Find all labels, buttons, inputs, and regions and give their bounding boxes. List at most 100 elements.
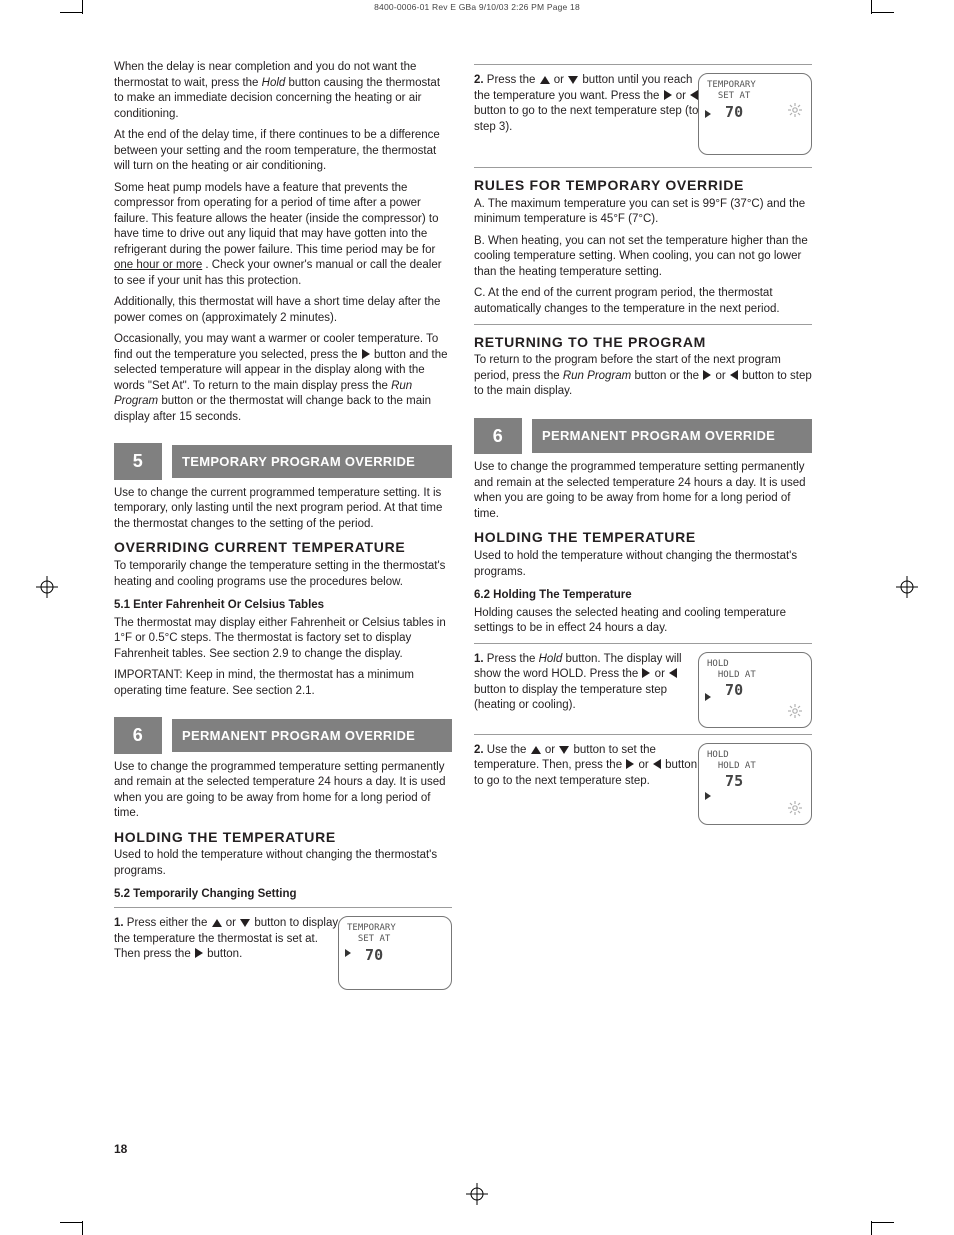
lcd-display: HOLD HOLD AT 70 (698, 652, 812, 728)
section-header: 5 TEMPORARY PROGRAM OVERRIDE (114, 443, 452, 479)
heading: HOLDING THE TEMPERATURE (474, 528, 812, 547)
registration-mark-icon (36, 576, 58, 598)
section-title: TEMPORARY PROGRAM OVERRIDE (172, 445, 452, 479)
paragraph: The thermostat may display either Fahren… (114, 616, 452, 663)
subheading: 6.2 Holding The Temperature (474, 588, 812, 604)
lcd-cursor-icon (705, 792, 711, 800)
crop-mark (871, 1221, 872, 1235)
horizontal-rule (474, 64, 812, 65)
horizontal-rule (114, 907, 452, 908)
arrow-right-icon (626, 759, 634, 769)
step-number: 1. (114, 917, 124, 929)
arrow-down-icon (559, 746, 569, 754)
paragraph: Use to change the programmed temperature… (114, 760, 452, 822)
text: or (676, 90, 689, 102)
arrow-up-icon (531, 746, 541, 754)
lcd-display: TEMPORARY SET AT 70 (338, 916, 452, 990)
crop-mark (82, 1221, 83, 1235)
paragraph: At the end of the delay time, if there c… (114, 128, 452, 175)
horizontal-rule (474, 167, 812, 168)
lcd-line: TEMPORARY (707, 80, 803, 91)
sun-icon (787, 102, 803, 118)
page-number: 18 (114, 1141, 127, 1157)
text: Use the (487, 744, 530, 756)
section-title: PERMANENT PROGRAM OVERRIDE (172, 719, 452, 753)
lcd-line: HOLD (707, 659, 803, 670)
lcd-line: 70 (347, 946, 443, 965)
heading: RETURNING TO THE PROGRAM (474, 333, 812, 352)
arrow-right-icon (664, 90, 672, 100)
arrow-left-icon (730, 370, 738, 380)
text-emphasis: Hold (262, 77, 286, 89)
lcd-cursor-icon (345, 949, 351, 957)
text: button or the (634, 370, 702, 382)
text: or (554, 74, 567, 86)
paragraph: When the delay is near completion and yo… (114, 60, 452, 122)
sun-icon (787, 800, 803, 816)
column-right: 2. Press the or button until you reach t… (474, 60, 812, 829)
paragraph: Additionally, this thermostat will have … (114, 295, 452, 326)
text: button to display the temperature step (… (474, 684, 667, 712)
text: Some heat pump models have a feature tha… (114, 182, 439, 256)
text: Press either the (127, 917, 211, 929)
paragraph: Used to hold the temperature without cha… (114, 848, 452, 879)
lcd-line: SET AT (347, 934, 443, 945)
horizontal-rule (474, 734, 812, 735)
arrow-left-icon (653, 759, 661, 769)
paragraph: Some heat pump models have a feature tha… (114, 181, 452, 290)
paragraph: To temporarily change the temperature se… (114, 559, 452, 590)
lcd-line: HOLD AT (707, 670, 803, 681)
paragraph: IMPORTANT: Keep in mind, the thermostat … (114, 668, 452, 699)
section-number: 5 (114, 443, 162, 479)
section-header: 6 PERMANENT PROGRAM OVERRIDE (114, 717, 452, 753)
text: or (655, 668, 668, 680)
lcd-cursor-icon (705, 693, 711, 701)
text-emphasis: Hold (539, 653, 563, 665)
section-number: 6 (474, 418, 522, 454)
arrow-left-icon (690, 90, 698, 100)
arrow-right-icon (362, 349, 370, 359)
text: button to go to the next temperature ste… (474, 105, 698, 133)
sun-icon (787, 703, 803, 719)
step-number: 2. (474, 74, 484, 86)
paragraph: Holding causes the selected heating and … (474, 606, 812, 637)
lcd-line: SET AT (707, 91, 803, 102)
registration-mark-icon (896, 576, 918, 598)
section-title: PERMANENT PROGRAM OVERRIDE (532, 419, 812, 453)
text: button. (207, 948, 242, 960)
imprint-line: 8400-0006-01 Rev E GBa 9/10/03 2:26 PM P… (0, 2, 954, 13)
paragraph: C. At the end of the current program per… (474, 286, 812, 317)
text: or (639, 759, 652, 771)
arrow-left-icon (669, 668, 677, 678)
text-underline: one hour or more (114, 259, 202, 271)
heading: HOLDING THE TEMPERATURE (114, 828, 452, 847)
heading: RULES FOR TEMPORARY OVERRIDE (474, 176, 812, 195)
arrow-right-icon (195, 948, 203, 958)
column-left: When the delay is near completion and yo… (114, 60, 452, 988)
paragraph: To return to the program before the star… (474, 353, 812, 400)
arrow-up-icon (540, 76, 550, 84)
lcd-line: HOLD (707, 750, 803, 761)
step-number: 2. (474, 744, 484, 756)
text: Press the (487, 653, 539, 665)
text-emphasis: Run Program (563, 370, 631, 382)
crop-mark (60, 1222, 82, 1223)
section-number: 6 (114, 717, 162, 753)
subheading: 5.1 Enter Fahrenheit Or Celsius Tables (114, 598, 452, 614)
lcd-line: HOLD AT (707, 761, 803, 772)
section-header: 6 PERMANENT PROGRAM OVERRIDE (474, 418, 812, 454)
paragraph: Use to change the programmed temperature… (474, 460, 812, 522)
arrow-right-icon (703, 370, 711, 380)
lcd-line: 75 (707, 772, 803, 791)
text: or (545, 744, 558, 756)
text: Press the (487, 74, 539, 86)
text: or (715, 370, 728, 382)
lcd-line: 70 (707, 681, 803, 700)
crop-mark (872, 1222, 894, 1223)
arrow-down-icon (240, 919, 250, 927)
paragraph: A. The maximum temperature you can set i… (474, 197, 812, 228)
lcd-line: TEMPORARY (347, 923, 443, 934)
text: button or the thermostat will change bac… (114, 395, 431, 423)
subheading: 5.2 Temporarily Changing Setting (114, 887, 452, 903)
arrow-up-icon (212, 919, 222, 927)
